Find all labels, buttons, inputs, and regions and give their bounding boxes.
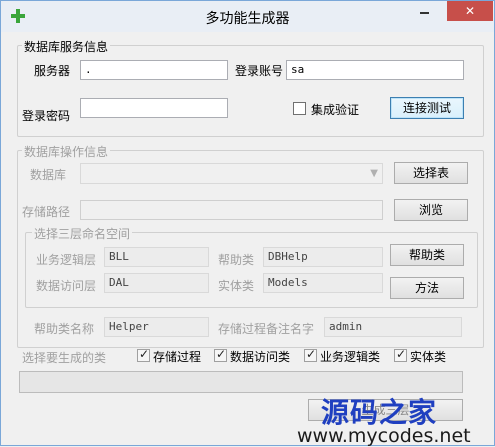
connection-test-button[interactable]: 连接测试: [390, 97, 464, 119]
account-input[interactable]: sa: [286, 60, 464, 80]
bll-input[interactable]: BLL: [104, 247, 209, 267]
watermark-url: www.mycodes.net: [297, 425, 471, 447]
dal-label: 数据访问层: [36, 279, 97, 293]
title-bar[interactable]: 多功能生成器 ✕: [1, 1, 494, 32]
progress-bar: [19, 371, 463, 393]
dal-input[interactable]: DAL: [104, 273, 209, 293]
entity-class-option-label: 实体类: [410, 350, 447, 364]
helper-name-input[interactable]: Helper: [104, 317, 209, 337]
server-info-legend: 数据库服务信息: [22, 38, 111, 55]
data-access-label: 数据访问类: [230, 350, 291, 364]
namespace-legend: 选择三层命名空间: [32, 225, 133, 242]
stored-proc-label: 存储过程: [153, 350, 202, 364]
method-button[interactable]: 方法: [390, 277, 464, 299]
account-label: 登录账号: [235, 64, 284, 78]
browse-button[interactable]: 浏览: [394, 199, 468, 221]
help-class-label: 帮助类: [218, 253, 255, 267]
stored-proc-checkbox[interactable]: [137, 347, 150, 362]
storage-path-label: 存储路径: [22, 205, 71, 219]
business-logic-label: 业务逻辑类: [320, 350, 381, 364]
proc-remark-label: 存储过程备注名字: [218, 322, 315, 336]
chevron-down-icon: ▼: [370, 168, 378, 179]
password-input[interactable]: [80, 98, 228, 118]
operation-info-legend: 数据库操作信息: [22, 143, 111, 160]
help-class-button[interactable]: 帮助类: [390, 244, 464, 266]
helper-name-label: 帮助类名称: [34, 322, 95, 336]
password-label: 登录密码: [22, 109, 71, 123]
main-window: 多功能生成器 ✕ 数据库服务信息 服务器 . 登录账号 sa 登录密码 集成验证…: [0, 0, 495, 447]
database-label: 数据库: [30, 168, 67, 182]
server-input[interactable]: .: [80, 60, 228, 80]
business-logic-checkbox[interactable]: [304, 347, 317, 362]
entity-class-input[interactable]: Models: [263, 273, 383, 293]
integrated-auth-checkbox[interactable]: [293, 102, 306, 115]
server-label: 服务器: [34, 64, 71, 78]
entity-class-checkbox[interactable]: [394, 347, 407, 362]
minimize-icon: [420, 12, 429, 14]
bll-label: 业务逻辑层: [36, 253, 97, 267]
close-button[interactable]: ✕: [447, 1, 493, 21]
entity-class-label: 实体类: [218, 279, 255, 293]
minimize-button[interactable]: [411, 1, 439, 21]
integrated-auth-label: 集成验证: [311, 103, 360, 117]
data-access-checkbox[interactable]: [214, 347, 227, 362]
database-select[interactable]: ▼: [80, 163, 383, 184]
server-info-group: [17, 45, 484, 137]
proc-remark-input[interactable]: admin: [324, 317, 462, 337]
help-class-input[interactable]: DBHelp: [263, 247, 383, 267]
storage-path-input[interactable]: [80, 200, 383, 220]
generate-classes-label: 选择要生成的类: [22, 351, 107, 365]
select-table-button[interactable]: 选择表: [394, 162, 468, 184]
